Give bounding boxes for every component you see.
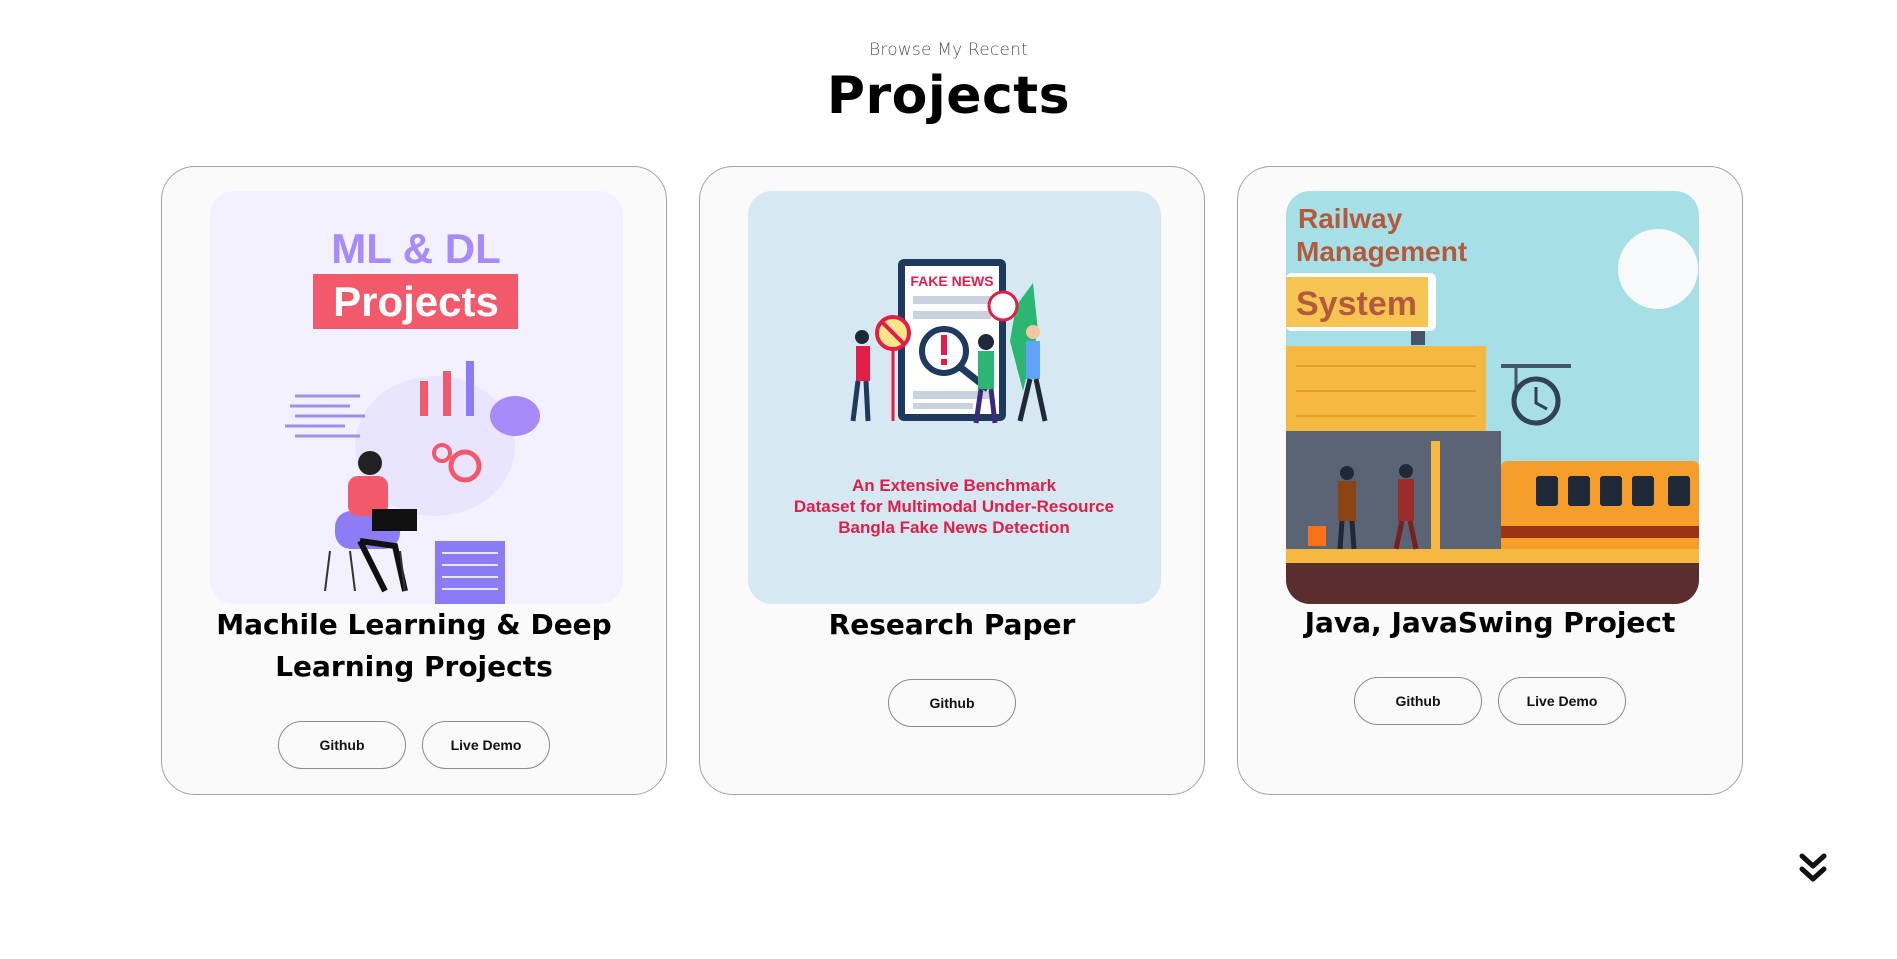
ml-illustration: ML & DL Projects [210,191,623,604]
research-image-line1: An Extensive Benchmark [852,476,1057,495]
live-demo-button[interactable]: Live Demo [422,721,550,769]
project-image-research: FAKE NEWS An Extensive Benchmark Dataset… [748,191,1161,604]
projects-grid: ML & DL Projects Machile Learning & Deep… [161,166,1743,795]
research-image-line2: Dataset for Multimodal Under-Resource [794,497,1114,516]
ml-image-line1: ML & DL [331,225,501,272]
project-card-ml: ML & DL Projects Machile Learning & Deep… [161,166,667,795]
project-card-research: FAKE NEWS An Extensive Benchmark Dataset… [699,166,1205,795]
project-buttons: Github Live Demo [162,721,666,769]
ml-image-line2: Projects [333,278,499,325]
project-card-railway: Railway Management System Java, JavaSwin… [1237,166,1743,795]
project-image-ml: ML & DL Projects [210,191,623,604]
github-button[interactable]: Github [1354,677,1482,725]
project-buttons: Github [700,679,1204,727]
project-image-railway: Railway Management System [1286,191,1699,604]
project-title: Java, JavaSwing Project [1304,606,1676,639]
research-image-line3: Bangla Fake News Detection [838,518,1069,537]
live-demo-button[interactable]: Live Demo [1498,677,1626,725]
project-title: Research Paper [828,608,1076,641]
double-chevron-down-icon[interactable] [1798,853,1828,885]
fake-news-badge: FAKE NEWS [910,273,993,289]
github-button[interactable]: Github [888,679,1016,727]
section-title: Projects [826,66,1071,126]
section-subtitle: Browse My Recent [869,40,1028,60]
railway-image-line2: Management [1296,236,1467,267]
railway-illustration: Railway Management System [1286,191,1699,604]
railway-image-line3: System [1296,285,1417,323]
project-title: Machile Learning & Deep Learning Project… [216,608,612,683]
github-button[interactable]: Github [278,721,406,769]
fake-news-illustration: FAKE NEWS An Extensive Benchmark Dataset… [748,191,1161,604]
project-buttons: Github Live Demo [1238,677,1742,725]
railway-image-line1: Railway [1298,203,1403,234]
